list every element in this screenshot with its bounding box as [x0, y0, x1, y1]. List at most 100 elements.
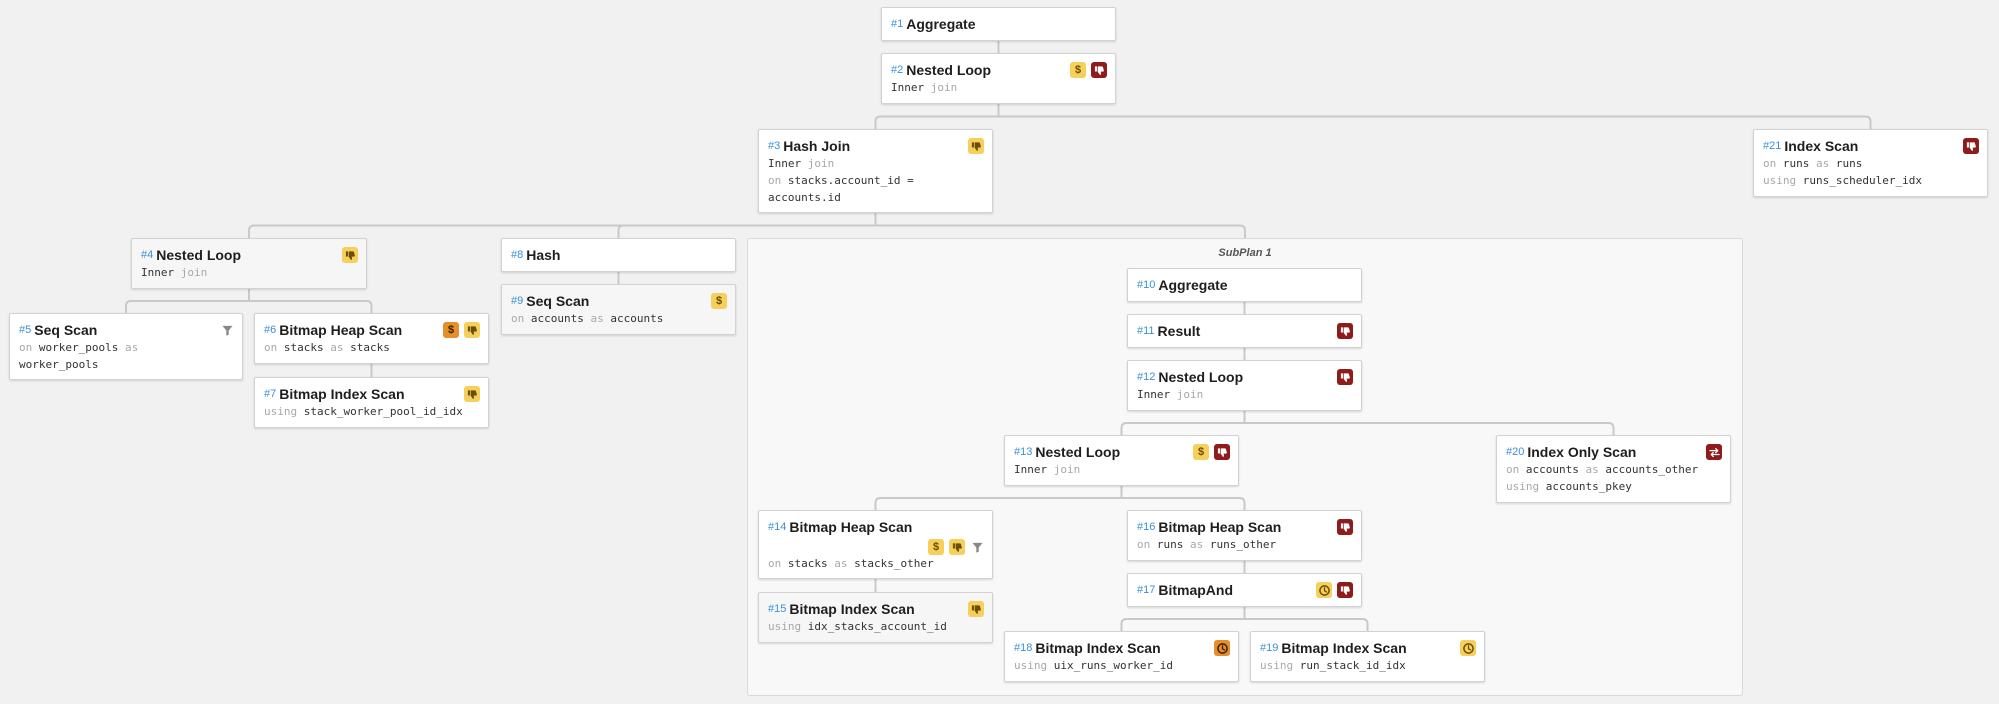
edge-n4-n5 [125, 289, 250, 313]
plan-node-20[interactable]: #20 Index Only Scan on accounts as account… [1496, 435, 1731, 503]
plan-node-21[interactable]: #21 Index Scan on runs as runs using runs_s… [1753, 129, 1988, 197]
detail-value: accounts_pkey [1545, 480, 1632, 493]
node-title: Nested Loop [1035, 444, 1121, 460]
detail-value: stacks [787, 557, 828, 570]
node-detail-line: using idx_stacks_account_id [768, 618, 984, 635]
swap-icon[interactable] [1706, 444, 1722, 460]
plan-node-19[interactable]: #19 Bitmap Index Scan using run_stack_id_i… [1250, 631, 1485, 682]
node-detail-line: Inner join [891, 79, 1107, 96]
edge-n3-subplan [874, 213, 1246, 238]
detail-keyword: on [511, 312, 531, 325]
node-badges: $ [1070, 62, 1107, 78]
thumbs-down-icon[interactable] [1214, 444, 1230, 460]
thumbs-down-icon[interactable] [1091, 62, 1107, 78]
dollar-icon[interactable]: $ [443, 322, 459, 338]
detail-value: uix_runs_worker_id [1053, 659, 1173, 672]
thumbs-down-icon[interactable] [1337, 323, 1353, 339]
plan-node-15[interactable]: #15 Bitmap Index Scan using idx_stacks_acc… [758, 592, 993, 643]
clock-icon[interactable] [1316, 582, 1332, 598]
dollar-icon[interactable]: $ [1193, 444, 1209, 460]
thumbs-down-icon[interactable] [949, 539, 965, 555]
plan-node-17[interactable]: #17 BitmapAnd [1127, 573, 1362, 607]
dollar-icon[interactable]: $ [928, 539, 944, 555]
plan-node-4[interactable]: #4 Nested Loop Inner join [131, 238, 367, 289]
plan-node-9[interactable]: #9 Seq Scan $ on accounts as accounts [501, 284, 736, 335]
plan-node-11[interactable]: #11 Result [1127, 314, 1362, 348]
detail-keyword: on [768, 174, 788, 187]
detail-value: idx_stacks_account_id [807, 620, 947, 633]
plan-node-1[interactable]: #1 Aggregate [881, 7, 1116, 41]
node-detail-line: on stacks.account_id = [768, 172, 984, 189]
plan-node-7[interactable]: #7 Bitmap Index Scan using stack_worker_po… [254, 377, 489, 428]
node-title: Hash [526, 247, 561, 263]
plan-node-5[interactable]: #5 Seq Scan on worker_pools as worker_pools [9, 313, 243, 380]
thumbs-down-icon[interactable] [968, 138, 984, 154]
plan-node-14[interactable]: #14 Bitmap Heap Scan $ on stacks as stacks_… [758, 510, 993, 579]
thumbs-down-icon[interactable] [1337, 369, 1353, 385]
thumbs-down-icon[interactable] [968, 601, 984, 617]
node-title: Bitmap Heap Scan [789, 519, 913, 535]
clock-icon[interactable] [1460, 640, 1476, 656]
node-id: #20 [1506, 446, 1525, 458]
plan-node-8[interactable]: #8 Hash [501, 238, 736, 272]
node-id: #15 [768, 603, 787, 615]
detail-value: accounts [610, 312, 664, 325]
node-badges: $ [443, 322, 480, 338]
node-title: Aggregate [906, 16, 976, 32]
node-badges [1214, 640, 1230, 656]
filter-icon[interactable] [970, 539, 984, 555]
node-id: #18 [1014, 642, 1033, 654]
plan-node-10[interactable]: #10 Aggregate [1127, 268, 1362, 302]
plan-node-2[interactable]: #2 Nested Loop $ Inner join [881, 53, 1116, 104]
thumbs-down-icon[interactable] [1337, 582, 1353, 598]
plan-node-18[interactable]: #18 Bitmap Index Scan using uix_runs_worke… [1004, 631, 1239, 682]
node-badges [1963, 138, 1979, 154]
plan-node-6[interactable]: #6 Bitmap Heap Scan $ on stacks as stacks [254, 313, 489, 364]
thumbs-down-icon[interactable] [1963, 138, 1979, 154]
plan-node-13[interactable]: #13 Nested Loop $ Inner join [1004, 435, 1239, 486]
plan-node-12[interactable]: #12 Nested Loop Inner join [1127, 360, 1362, 411]
node-detail-line: on runs as runs_other [1137, 536, 1353, 553]
detail-keyword: using [768, 620, 808, 633]
thumbs-down-icon[interactable] [342, 247, 358, 263]
node-title: Index Scan [1784, 138, 1859, 154]
plan-node-16[interactable]: #16 Bitmap Heap Scan on runs as runs_other [1127, 510, 1362, 561]
node-badges [220, 322, 234, 338]
node-detail-line: using uix_runs_worker_id [1014, 657, 1230, 674]
detail-value: runs [1782, 157, 1810, 170]
thumbs-down-icon[interactable] [464, 386, 480, 402]
node-badges [968, 138, 984, 154]
query-plan-canvas: SubPlan 1 #1 Aggregate #2 Nested Loop $ Inner… [0, 0, 1999, 704]
filter-icon[interactable] [220, 322, 234, 338]
detail-value: Inner [1014, 463, 1048, 476]
node-badges [464, 386, 480, 402]
thumbs-down-icon[interactable] [1337, 519, 1353, 535]
detail-keyword: join [1170, 388, 1204, 401]
node-id: #11 [1137, 325, 1155, 337]
node-id: #4 [141, 249, 154, 261]
node-id: #14 [768, 521, 787, 533]
detail-keyword: on [768, 557, 788, 570]
detail-keyword: using [264, 405, 304, 418]
detail-value: Inner [891, 81, 925, 94]
clock-icon[interactable] [1214, 640, 1230, 656]
detail-keyword: on [264, 341, 284, 354]
node-title: Bitmap Index Scan [279, 386, 405, 402]
dollar-icon[interactable]: $ [711, 293, 727, 309]
detail-value: Inner [768, 157, 802, 170]
node-badges [1316, 582, 1353, 598]
dollar-icon[interactable]: $ [1070, 62, 1086, 78]
detail-keyword: as [1578, 463, 1606, 476]
detail-value: run_stack_id_idx [1299, 659, 1406, 672]
detail-value: Inner [141, 266, 175, 279]
node-title: Nested Loop [156, 247, 242, 263]
node-badges [1460, 640, 1476, 656]
node-id: #10 [1137, 279, 1156, 291]
node-id: #7 [264, 388, 277, 400]
node-title: Nested Loop [906, 62, 992, 78]
thumbs-down-icon[interactable] [464, 322, 480, 338]
node-id: #5 [19, 324, 32, 336]
detail-keyword: as [583, 312, 611, 325]
detail-value: accounts.id [768, 191, 841, 204]
plan-node-3[interactable]: #3 Hash Join Inner join on stacks.account_i… [758, 129, 993, 213]
